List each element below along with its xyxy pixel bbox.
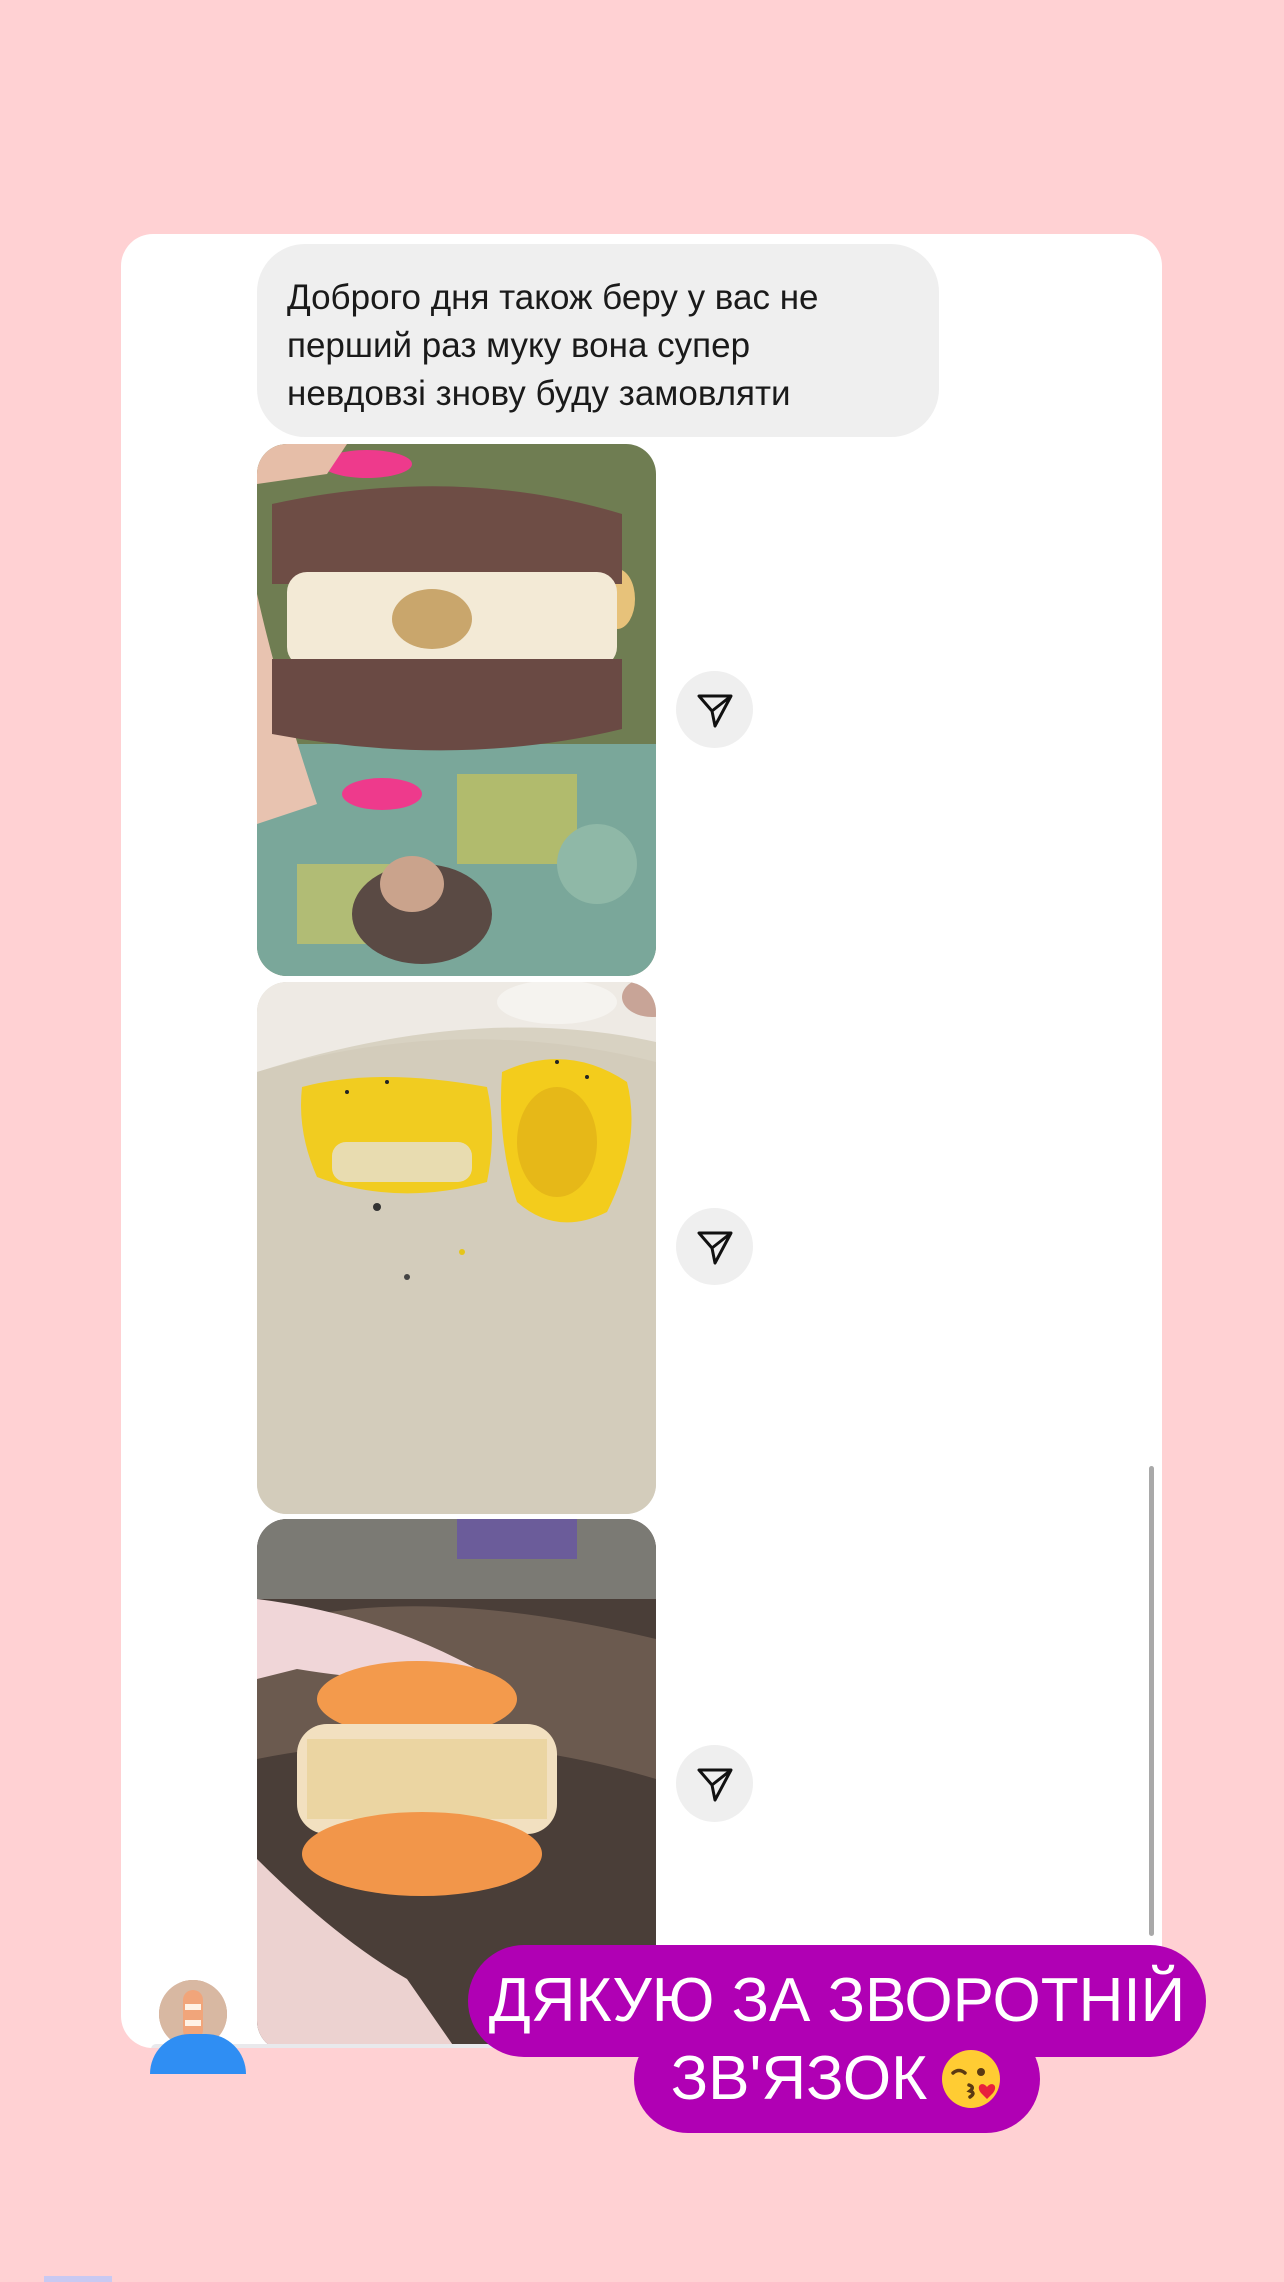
paper-plane-icon <box>697 694 732 727</box>
paper-plane-icon <box>697 1231 732 1264</box>
chat-screenshot-card: Доброго дня також беру у вас не перший р… <box>121 234 1162 2048</box>
sticker-text-line-1: ДЯКУЮ ЗА ЗВОРОТНІЙ <box>488 1966 1186 2035</box>
kissing-face-with-heart-icon <box>942 2050 1001 2108</box>
received-message-bubble[interactable]: Доброго дня також беру у вас не перший р… <box>257 244 939 437</box>
bottom-edge-mark <box>44 2276 112 2282</box>
chat-scrollbar[interactable] <box>1149 1466 1154 1936</box>
chat-photo-chocolate-macaron[interactable] <box>257 444 656 976</box>
share-photo-2-button[interactable] <box>676 1208 753 1285</box>
message-line-1: Доброго дня також беру у вас не <box>287 278 819 317</box>
share-photo-3-button[interactable] <box>676 1745 753 1822</box>
chat-photo-yellow-macaron[interactable] <box>257 982 656 1514</box>
share-photo-1-button[interactable] <box>676 671 753 748</box>
message-line-2: перший раз муку вона супер <box>287 326 751 365</box>
sticker-text-line-2: ЗВ'ЯЗОК <box>670 2044 928 2113</box>
paper-plane-icon <box>697 1768 732 1801</box>
thanks-sticker-line-2: ЗВ'ЯЗОК <box>634 2025 1040 2133</box>
message-line-3: невдовзі знову буду замовляти <box>287 374 791 413</box>
